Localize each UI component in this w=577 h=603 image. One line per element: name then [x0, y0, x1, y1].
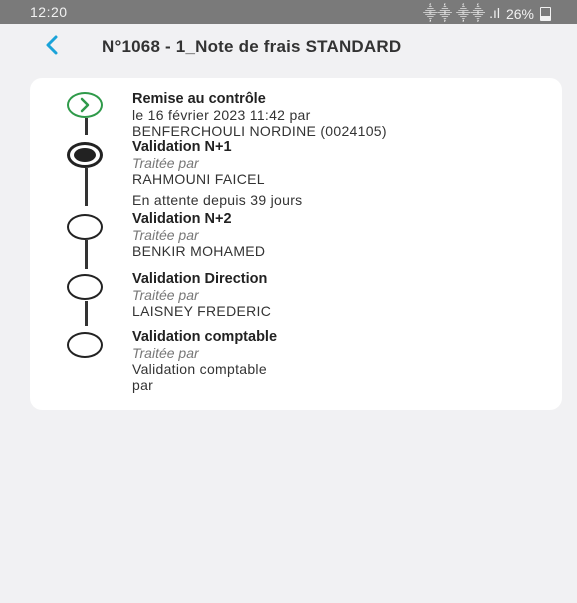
step-detail: par	[132, 377, 154, 393]
step-subtitle: Traitée par	[132, 287, 199, 303]
status-time: 12:20	[30, 4, 68, 20]
step-subtitle: Traitée par	[132, 345, 199, 361]
workflow-step: Validation Direction Traitée par LAISNEY…	[132, 271, 271, 319]
step-detail: Validation comptable	[132, 361, 267, 377]
step-detail: BENKIR MOHAMED	[132, 243, 266, 259]
workflow-step: Validation N+2 Traitée par BENKIR MOHAME…	[132, 211, 265, 259]
step-detail: LAISNEY FREDERIC	[132, 303, 272, 319]
workflow-card: Remise au contrôle le 16 février 2023 11…	[30, 78, 562, 410]
step-detail: En attente depuis 39 jours	[132, 192, 303, 208]
timeline-connector	[85, 118, 88, 135]
status-indicators: ⸎⸎ ⸎⸎ .ıl 26%	[423, 4, 551, 23]
workflow-step: Validation N+1 Traitée par RAHMOUNI FAIC…	[132, 139, 302, 208]
app-header: N°1068 - 1_Note de frais STANDARD	[0, 24, 577, 70]
workflow-step: Remise au contrôle le 16 février 2023 11…	[132, 91, 387, 139]
step-title: Validation N+2	[132, 211, 232, 227]
step-title: Validation comptable	[132, 329, 278, 345]
empty-circle-icon	[67, 274, 103, 300]
signal-icon: ⸎⸎ ⸎⸎ .ıl	[422, 5, 500, 21]
step-detail: RAHMOUNI FAICEL	[132, 171, 265, 187]
battery-level: 26%	[505, 5, 534, 22]
step-subtitle: Traitée par	[132, 155, 199, 171]
empty-circle-icon	[67, 332, 103, 358]
step-detail: BENFERCHOULI NORDINE (0024105)	[132, 123, 387, 139]
status-bar: 12:20 ⸎⸎ ⸎⸎ .ıl 26%	[0, 0, 577, 24]
timeline-connector	[85, 168, 88, 206]
chevron-left-icon	[46, 35, 58, 55]
page-title: N°1068 - 1_Note de frais STANDARD	[102, 37, 402, 56]
timeline-connector	[85, 240, 88, 269]
empty-circle-icon	[67, 214, 103, 240]
battery-icon	[540, 6, 551, 21]
filled-circle-icon	[67, 142, 103, 168]
step-subtitle: Traitée par	[132, 227, 199, 243]
chevron-right-circle-icon	[67, 92, 103, 118]
step-title: Validation Direction	[132, 271, 268, 287]
step-title: Validation N+1	[132, 139, 232, 155]
step-title: Remise au contrôle	[132, 91, 266, 107]
step-detail: le 16 février 2023 11:42 par	[132, 107, 311, 123]
back-button[interactable]	[40, 32, 66, 58]
timeline-connector	[85, 301, 88, 326]
workflow-step: Validation comptable Traitée par Validat…	[132, 329, 277, 393]
